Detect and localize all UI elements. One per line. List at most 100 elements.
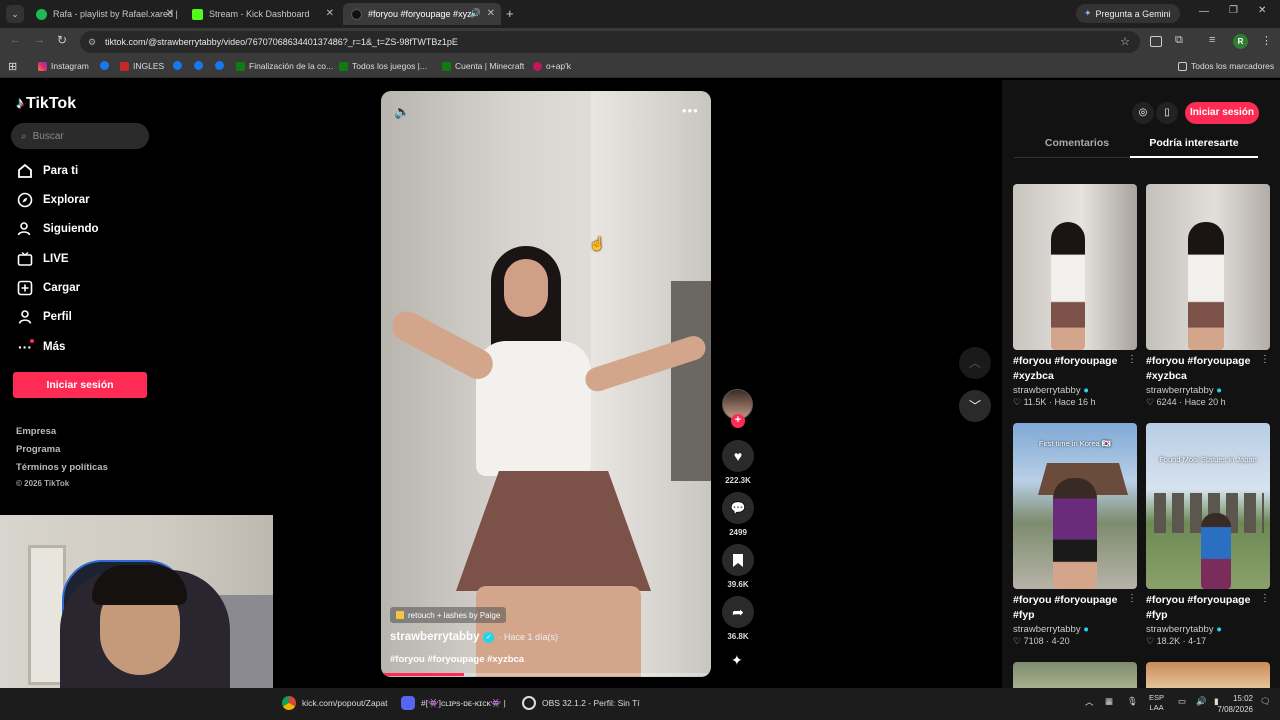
compass-small-icon[interactable]: ◎ bbox=[1132, 102, 1154, 124]
tab-podria-interesarte[interactable]: Podría interesarte bbox=[1130, 137, 1258, 149]
verified-icon: ● bbox=[1216, 385, 1222, 396]
all-bookmarks[interactable]: Todos los marcadores bbox=[1178, 61, 1274, 71]
phone-icon[interactable]: ▯ bbox=[1156, 102, 1178, 124]
taskbar-chrome-item[interactable]: kick.com/popout/Zapat bbox=[282, 696, 388, 710]
facebook-bookmark[interactable] bbox=[215, 61, 228, 70]
effect-badge[interactable]: retouch + lashes by Paige bbox=[390, 607, 507, 623]
card-more-icon[interactable]: ⋮ bbox=[1127, 354, 1137, 365]
next-video-button[interactable]: ﹀ bbox=[959, 390, 991, 422]
bookmark-ingles[interactable]: INGLES bbox=[120, 61, 164, 71]
comment-button[interactable]: 💬 bbox=[722, 492, 754, 524]
nav-mas[interactable]: ··· Más bbox=[16, 338, 65, 356]
video-progress-fill bbox=[381, 673, 464, 676]
tab-kick[interactable]: Stream - Kick Dashboard ✕ bbox=[184, 3, 340, 25]
nav-live[interactable]: LIVE bbox=[16, 250, 69, 268]
bookmark-juegos[interactable]: Todos los juegos |... bbox=[339, 61, 427, 71]
nav-siguiendo[interactable]: Siguiendo bbox=[16, 220, 99, 238]
bookmark-star-icon[interactable]: ☆ bbox=[1120, 31, 1130, 53]
tab-tiktok[interactable]: #foryou #foryoupage #xyzb 🔊 ✕ bbox=[343, 3, 501, 25]
video-caption[interactable]: #foryou #foryoupage #xyzbca bbox=[390, 654, 524, 665]
media-controls-icon[interactable]: ≡ bbox=[1209, 34, 1215, 46]
suggested-video-card-partial[interactable] bbox=[1013, 662, 1137, 688]
like-button[interactable]: ♥ bbox=[722, 440, 754, 472]
tray-app-icon[interactable]: ▦ bbox=[1105, 696, 1113, 707]
minimize-icon[interactable]: — bbox=[1199, 6, 1209, 17]
search-input[interactable]: ⌕ Buscar bbox=[11, 123, 149, 149]
tab-spotify[interactable]: Rafa - playlist by Rafael.xared | ✕ bbox=[28, 3, 180, 25]
card-more-icon[interactable]: ⋮ bbox=[1260, 354, 1270, 365]
tab-comentarios[interactable]: Comentarios bbox=[1014, 137, 1140, 149]
close-tab-icon[interactable]: ✕ bbox=[166, 8, 174, 19]
tiktok-logo[interactable]: ♪ TikTok bbox=[16, 95, 76, 113]
nav-perfil[interactable]: Perfil bbox=[16, 308, 72, 326]
reload-icon[interactable]: ↻ bbox=[57, 33, 67, 47]
sparkle-icon[interactable]: ✦ bbox=[731, 652, 743, 669]
tray-chevron-icon[interactable]: ︿ bbox=[1085, 696, 1094, 708]
facebook-bookmark[interactable] bbox=[100, 61, 113, 70]
sidebar-login-button[interactable]: Iniciar sesión bbox=[13, 372, 147, 398]
footer-terminos[interactable]: Términos y políticas bbox=[16, 462, 108, 473]
volume-tray-icon[interactable]: 🔊 bbox=[1196, 696, 1207, 707]
taskbar-obs-item[interactable]: OBS 32.1.2 - Perfil: Sin Tí bbox=[522, 696, 640, 710]
suggested-video-card[interactable]: #foryou #foryoupage #xyzbca strawberryta… bbox=[1013, 184, 1137, 408]
gemini-button[interactable]: ✦ Pregunta a Gemini bbox=[1076, 4, 1180, 23]
close-tab-icon[interactable]: ✕ bbox=[326, 8, 334, 19]
xbox-icon bbox=[339, 61, 348, 71]
nav-para-ti[interactable]: Para ti bbox=[16, 162, 78, 180]
video-progress-track[interactable] bbox=[381, 673, 711, 676]
nav-cargar[interactable]: Cargar bbox=[16, 279, 80, 297]
suggested-video-card[interactable]: Found Moai Statues in Japan #foryou #for… bbox=[1146, 423, 1270, 647]
card-more-icon[interactable]: ⋮ bbox=[1127, 593, 1137, 604]
new-tab-button[interactable]: + bbox=[506, 6, 514, 21]
bookmark-finalizacion[interactable]: Finalización de la co... bbox=[236, 61, 333, 71]
tab-list-chevron-icon[interactable]: ⌄ bbox=[6, 5, 24, 23]
facebook-bookmark[interactable] bbox=[194, 61, 207, 70]
active-tab-indicator bbox=[1130, 156, 1258, 158]
bookmark-instagram[interactable]: Instagram bbox=[38, 61, 89, 71]
close-window-icon[interactable]: ✕ bbox=[1258, 5, 1266, 16]
card-author: strawberrytabby bbox=[1013, 385, 1081, 396]
network-icon[interactable]: ▭ bbox=[1178, 696, 1186, 707]
notification-icon[interactable]: 🗨 bbox=[1260, 696, 1271, 707]
follow-plus-icon[interactable]: + bbox=[731, 414, 745, 428]
bookmark-oapk[interactable]: o+ap'k bbox=[533, 61, 571, 71]
clock[interactable]: 15:02 7/08/2026 bbox=[1213, 693, 1253, 715]
extensions-icon[interactable]: ⧉ bbox=[1175, 34, 1183, 47]
microphone-icon[interactable]: 🎙 bbox=[1127, 696, 1138, 707]
card-author-row: strawberrytabby ● bbox=[1013, 385, 1137, 396]
search-placeholder: Buscar bbox=[32, 130, 64, 142]
volume-icon[interactable]: 🔈 bbox=[394, 104, 410, 120]
language-indicator[interactable]: ESP LAA bbox=[1149, 693, 1164, 713]
previous-video-button[interactable]: ︿ bbox=[959, 347, 991, 379]
forward-icon[interactable]: → bbox=[34, 34, 45, 46]
bookmark-minecraft[interactable]: Cuenta | Minecraft bbox=[442, 61, 524, 71]
suggested-video-card-partial[interactable] bbox=[1146, 662, 1270, 688]
apps-grid-icon[interactable]: ⊞ bbox=[8, 60, 17, 73]
screencast-icon[interactable] bbox=[1150, 36, 1162, 47]
video-author[interactable]: strawberrytabby bbox=[390, 631, 479, 643]
suggested-video-card[interactable]: #foryou #foryoupage #xyzbca strawberryta… bbox=[1146, 184, 1270, 408]
save-button[interactable] bbox=[722, 544, 754, 576]
header-login-button[interactable]: Iniciar sesión bbox=[1185, 102, 1259, 124]
footer-programa[interactable]: Programa bbox=[16, 444, 60, 455]
kick-icon bbox=[192, 8, 203, 20]
facebook-bookmark[interactable] bbox=[173, 61, 186, 70]
video-player[interactable]: 🔈 ••• retouch + lashes by Paige strawber… bbox=[381, 91, 711, 677]
footer-empresa[interactable]: Empresa bbox=[16, 426, 56, 437]
restore-icon[interactable]: ❐ bbox=[1229, 5, 1238, 16]
video-more-icon[interactable]: ••• bbox=[682, 103, 699, 118]
share-button[interactable]: ➦ bbox=[722, 596, 754, 628]
close-tab-icon[interactable]: ✕ bbox=[487, 8, 495, 19]
taskbar-discord-item[interactable]: #[👾]ᴄʟɪᴘs-ᴅᴇ-ᴋɪᴄᴋ👾 | bbox=[401, 696, 506, 710]
browser-menu-icon[interactable]: ⋮ bbox=[1261, 34, 1272, 47]
card-more-icon[interactable]: ⋮ bbox=[1260, 593, 1270, 604]
obs-icon bbox=[522, 696, 536, 710]
profile-avatar[interactable]: R bbox=[1233, 34, 1248, 49]
card-title: #foryou #foryoupage #xyzbca bbox=[1013, 355, 1118, 382]
url-field[interactable]: ⚙ tiktok.com/@strawberrytabby/video/7670… bbox=[80, 31, 1140, 53]
back-icon[interactable]: ← bbox=[10, 34, 21, 46]
nav-explorar[interactable]: Explorar bbox=[16, 191, 90, 209]
speaker-icon[interactable]: 🔊 bbox=[470, 8, 481, 19]
site-info-icon[interactable]: ⚙ bbox=[88, 31, 96, 53]
suggested-video-card[interactable]: First time in Korea 🇰🇷 #foryou #foryoupa… bbox=[1013, 423, 1137, 647]
